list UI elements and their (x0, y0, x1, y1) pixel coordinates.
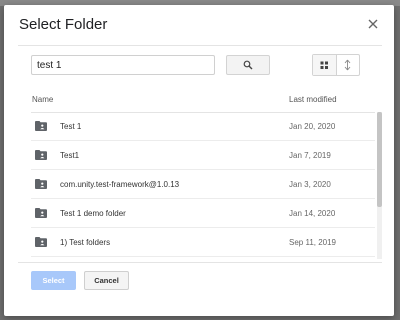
search-icon (243, 60, 253, 70)
shared-folder-icon (35, 237, 47, 247)
search-input[interactable] (31, 55, 215, 75)
dialog-title: Select Folder (19, 16, 108, 33)
folder-name: com.unity.test-framework@1.0.13 (60, 180, 180, 189)
cancel-button[interactable]: Cancel (84, 271, 129, 290)
header-divider (18, 45, 382, 46)
footer-divider (18, 262, 382, 263)
folder-modified-date: Sep 11, 2019 (289, 238, 337, 247)
search-button[interactable] (226, 55, 270, 75)
folder-list: Test 1 Jan 20, 2020 Test1 Jan 7, 2019 co… (31, 112, 375, 259)
folder-modified-date: Jan 3, 2020 (289, 180, 331, 189)
close-icon[interactable] (366, 17, 380, 31)
folder-name: Test 1 demo folder (60, 209, 126, 218)
column-header-name[interactable]: Name (32, 95, 53, 104)
folder-name: Test 1 (60, 122, 82, 131)
select-button[interactable]: Select (31, 271, 76, 290)
sort-icon (344, 59, 351, 71)
folder-modified-date: Jan 20, 2020 (289, 122, 336, 131)
list-scrollbar[interactable] (377, 112, 382, 259)
shared-folder-icon (35, 121, 47, 131)
table-row[interactable]: Test 1 demo folder Jan 14, 2020 (31, 199, 375, 228)
view-toggle-group (312, 54, 360, 76)
folder-name: Test1 (60, 151, 80, 160)
table-row[interactable]: com.unity.test-framework@1.0.13 Jan 3, 2… (31, 170, 375, 199)
folder-modified-date: Jan 14, 2020 (289, 209, 336, 218)
sort-button[interactable] (337, 55, 360, 75)
table-row[interactable]: Test1 Jan 7, 2019 (31, 141, 375, 170)
shared-folder-icon (35, 150, 47, 160)
column-header-row: Name Last modified (31, 88, 375, 113)
grid-view-icon (320, 61, 328, 69)
shared-folder-icon (35, 208, 47, 218)
select-folder-dialog: Select Folder Name (4, 5, 394, 316)
column-header-last-modified[interactable]: Last modified (289, 95, 337, 104)
shared-folder-icon (35, 179, 47, 189)
grid-view-button[interactable] (313, 55, 337, 75)
table-row[interactable]: Test 1 Jan 20, 2020 (31, 112, 375, 141)
table-row[interactable]: 1) Test folders Sep 11, 2019 (31, 228, 375, 257)
folder-modified-date: Jan 7, 2019 (289, 151, 331, 160)
folder-name: 1) Test folders (60, 238, 111, 247)
scrollbar-thumb[interactable] (377, 112, 382, 207)
